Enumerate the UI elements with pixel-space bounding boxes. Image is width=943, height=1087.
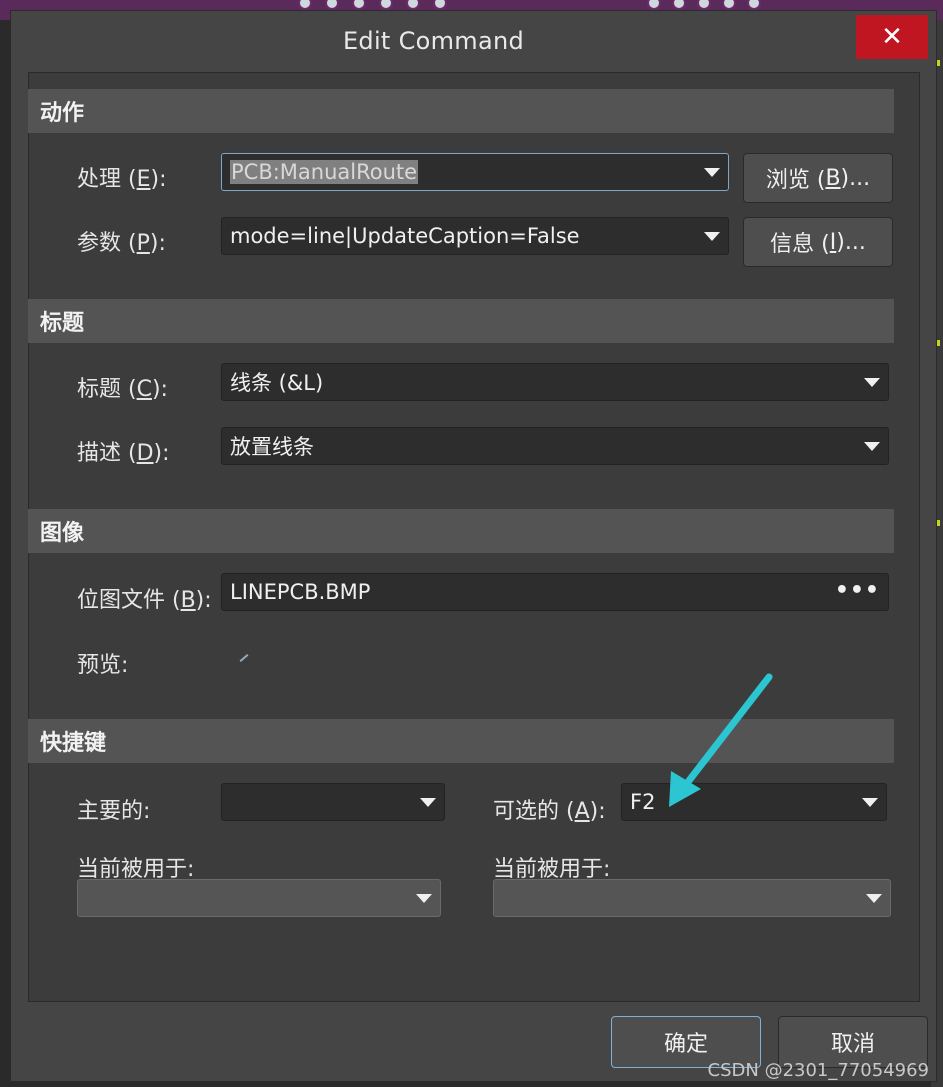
pcb-pad — [406, 0, 420, 10]
caption-value: 线条 (&L) — [230, 371, 324, 395]
pcb-pad — [379, 0, 393, 10]
chevron-down-icon[interactable] — [864, 442, 880, 451]
browse-button[interactable]: 浏览 (B)... — [743, 153, 893, 203]
section-header-caption: 标题 — [28, 299, 894, 343]
primary-shortcut-combobox[interactable] — [221, 783, 445, 821]
chevron-down-icon[interactable] — [862, 798, 878, 807]
chevron-down-icon[interactable] — [864, 378, 880, 387]
watermark: CSDN @2301_77054969 — [707, 1060, 929, 1081]
pcb-pad — [352, 0, 366, 10]
primary-shortcut-label: 主要的: — [77, 799, 151, 824]
pcb-pad — [747, 0, 761, 10]
annotation-arrow-icon — [669, 673, 773, 807]
description-value: 放置线条 — [230, 435, 314, 459]
section-header-image: 图像 — [28, 509, 894, 553]
pcb-pad — [672, 0, 686, 10]
section-header-action: 动作 — [28, 89, 894, 133]
chevron-down-icon[interactable] — [704, 232, 720, 241]
chevron-down-icon[interactable] — [704, 168, 720, 177]
info-button[interactable]: 信息 (I)... — [743, 217, 893, 267]
used-by-right-combobox[interactable] — [493, 879, 891, 917]
pcb-pad — [722, 0, 736, 10]
pcb-pad — [697, 0, 711, 10]
close-icon: ✕ — [881, 22, 903, 52]
description-combobox[interactable]: 放置线条 — [221, 427, 889, 465]
params-value: mode=line|UpdateCaption=False — [230, 224, 580, 248]
caption-label: 标题 (C): — [77, 377, 168, 402]
alternate-shortcut-label: 可选的 (A): — [493, 799, 606, 824]
description-label: 描述 (D): — [77, 441, 170, 466]
bitmap-file-value: LINEPCB.BMP — [230, 580, 371, 604]
ellipsis-browse-icon[interactable]: ••• — [835, 578, 880, 603]
bitmap-file-label: 位图文件 (B): — [77, 588, 212, 613]
pcb-pad — [647, 0, 661, 10]
pcb-pad — [433, 0, 447, 10]
pcb-pad — [298, 0, 312, 10]
chevron-down-icon[interactable] — [416, 894, 432, 903]
process-combobox[interactable]: PCB:ManualRoute — [221, 153, 729, 191]
edit-command-dialog: Edit Command ✕ 动作 处理 (E): PCB:ManualRout… — [10, 10, 937, 1082]
chevron-down-icon[interactable] — [420, 798, 436, 807]
used-by-left-combobox[interactable] — [77, 879, 441, 917]
dialog-title: Edit Command — [342, 27, 525, 55]
preview-label: 预览: — [77, 653, 129, 678]
params-combobox[interactable]: mode=line|UpdateCaption=False — [221, 217, 729, 255]
bitmap-file-field[interactable]: LINEPCB.BMP ••• — [221, 573, 889, 611]
chevron-down-icon[interactable] — [866, 894, 882, 903]
close-button[interactable]: ✕ — [856, 15, 928, 59]
process-value: PCB:ManualRoute — [230, 160, 419, 184]
caption-combobox[interactable]: 线条 (&L) — [221, 363, 889, 401]
pcb-pad — [325, 0, 339, 10]
params-label: 参数 (P): — [77, 231, 166, 256]
process-label: 处理 (E): — [77, 167, 167, 192]
